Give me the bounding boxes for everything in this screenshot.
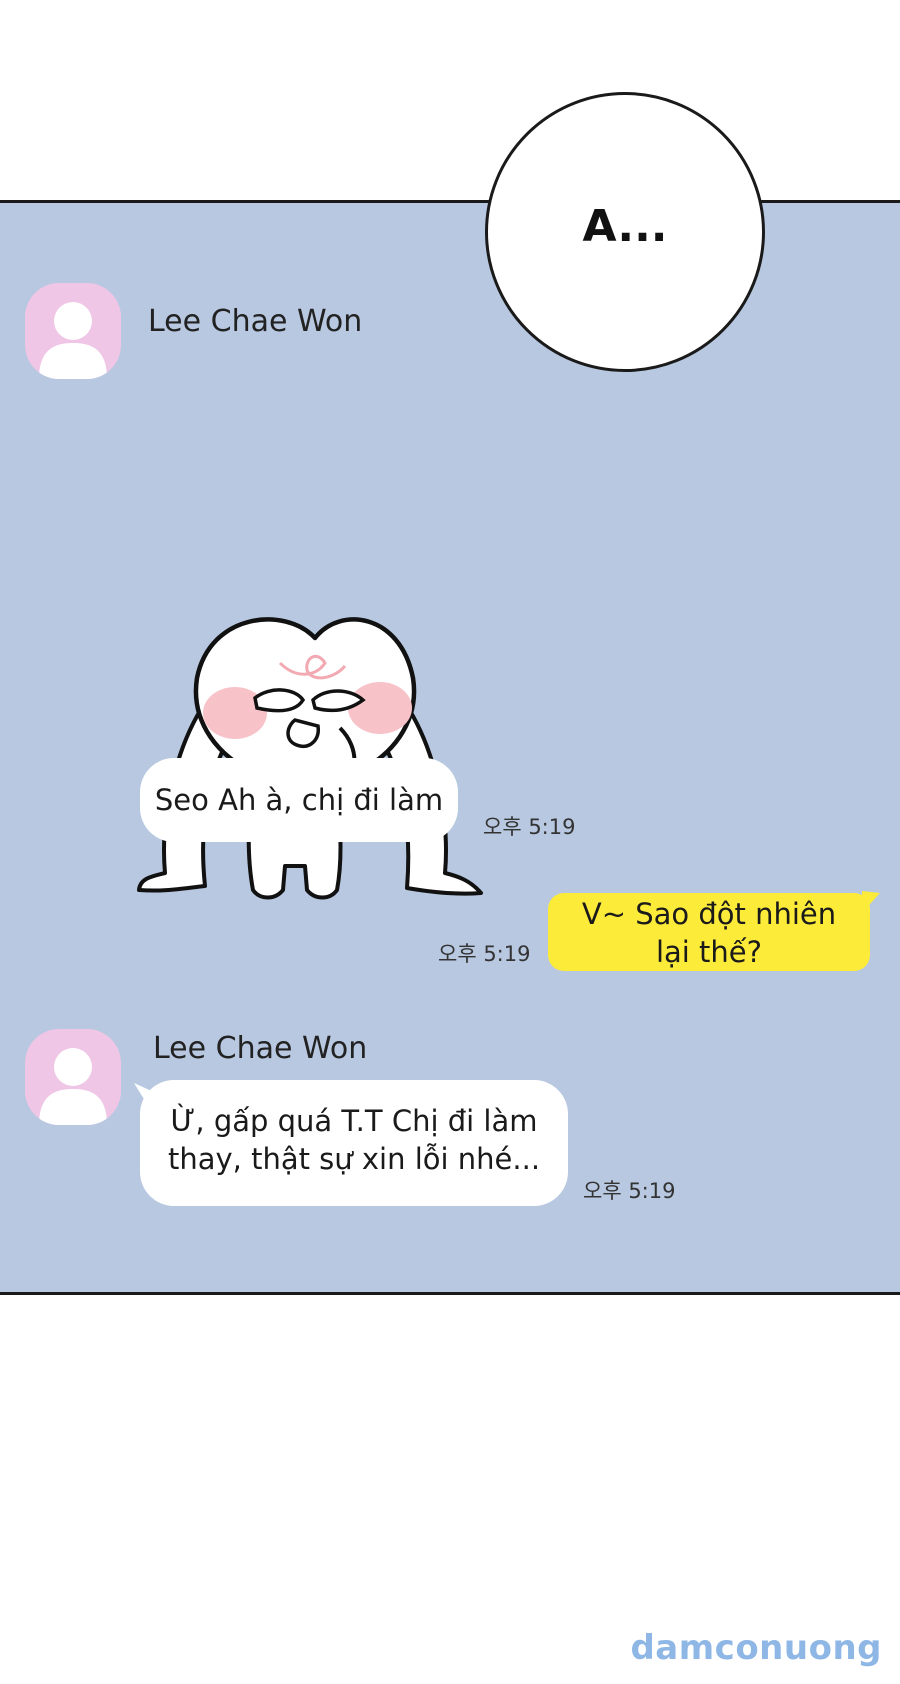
watermark: damconuong xyxy=(630,1628,882,1668)
sender-avatar[interactable] xyxy=(25,1029,121,1125)
message-text: Seo Ah à, chị đi làm xyxy=(154,783,444,817)
chat-panel: Lee Chae Won Seo Ah à, chị đi làm 오후 5:1… xyxy=(0,200,900,1295)
sender-avatar[interactable] xyxy=(25,283,121,379)
message-text-line: thay, thật sự xin lỗi nhé... xyxy=(167,1142,541,1176)
speech-balloon: A... xyxy=(485,92,765,372)
message-time: 오후 5:19 xyxy=(483,815,576,839)
sender-name: Lee Chae Won xyxy=(153,1031,368,1066)
bubble-tail xyxy=(862,891,880,913)
message-text-line: V~ Sao đột nhiên xyxy=(581,897,837,931)
default-avatar-icon xyxy=(39,302,107,379)
message-bubble[interactable]: Ừ, gấp quá T.T Chị đi làm thay, thật sự … xyxy=(140,1080,568,1206)
speech-text: A... xyxy=(582,200,668,252)
default-avatar-icon xyxy=(39,1048,107,1125)
sender-name: Lee Chae Won xyxy=(148,304,363,339)
own-message-bubble[interactable]: V~ Sao đột nhiên lại thế? xyxy=(548,893,870,971)
message-time: 오후 5:19 xyxy=(583,1179,676,1203)
message-text-line: Ừ, gấp quá T.T Chị đi làm xyxy=(170,1104,538,1138)
message-bubble[interactable]: Seo Ah à, chị đi làm xyxy=(140,758,458,842)
message-time: 오후 5:19 xyxy=(438,942,531,966)
message-text-line: lại thế? xyxy=(655,935,763,969)
